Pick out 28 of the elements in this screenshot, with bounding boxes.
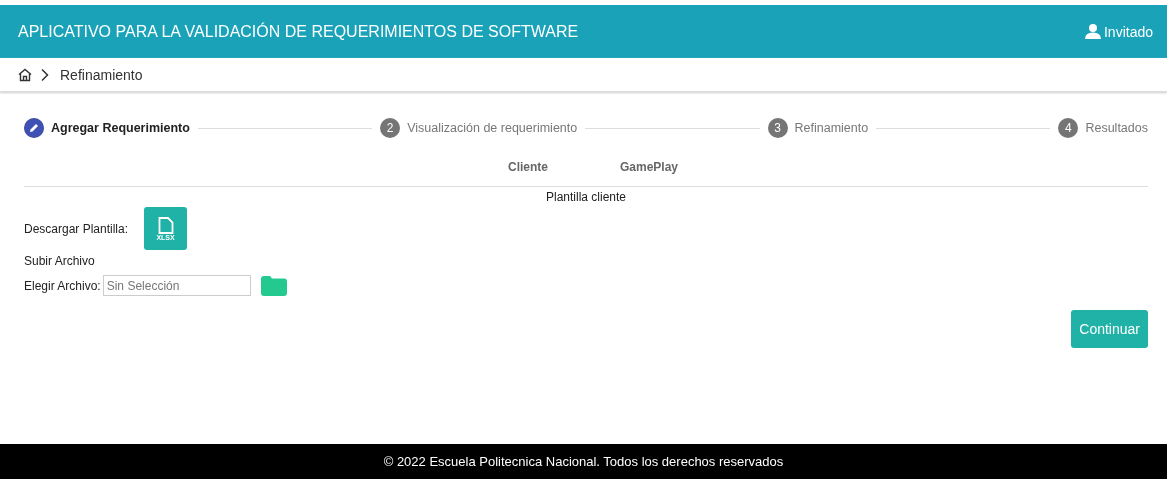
step-label: Visualización de requerimiento bbox=[407, 121, 578, 135]
chevron-right-icon bbox=[40, 67, 50, 82]
tab[interactable]: Cliente bbox=[507, 160, 548, 174]
file-field[interactable]: Sin Selección bbox=[102, 275, 251, 296]
breadcrumb-item: Refinamiento bbox=[60, 66, 143, 83]
file-icon bbox=[157, 216, 174, 234]
continue-button[interactable]: Continuar bbox=[1071, 310, 1148, 348]
stepper-step[interactable]: 2 Visualización de requerimiento bbox=[380, 118, 578, 138]
upload-title: Subir Archivo bbox=[24, 254, 96, 268]
step-number: 4 bbox=[1058, 118, 1079, 138]
tab[interactable]: GamePlay bbox=[620, 160, 679, 174]
step-number: 3 bbox=[767, 118, 788, 138]
download-label: Descargar Plantilla: bbox=[24, 221, 129, 236]
stepper-step[interactable]: 3 Refinamiento bbox=[767, 118, 869, 138]
pencil-icon bbox=[24, 118, 44, 138]
home-icon[interactable] bbox=[18, 67, 32, 82]
step-label: Agregar Requerimiento bbox=[51, 121, 190, 135]
step-label: Resultados bbox=[1085, 121, 1148, 135]
stepper-step[interactable]: 4 Resultados bbox=[1058, 118, 1148, 138]
panel-title: Plantilla cliente bbox=[544, 190, 627, 204]
app-title: APLICATIVO PARA LA VALIDACIÓN DE REQUERIMIENTOS DE SOFTWARE bbox=[18, 22, 579, 41]
user-link[interactable]: Invitado bbox=[1084, 23, 1153, 40]
user-icon bbox=[1084, 24, 1101, 39]
step-number: 2 bbox=[380, 118, 401, 138]
step-label: Refinamiento bbox=[794, 121, 869, 135]
copyright-text: © 2022 Escuela Politecnica Nacional. Todos los derechos reservados bbox=[383, 454, 784, 469]
choose-file-label: Elegir Archivo: bbox=[24, 278, 101, 293]
stepper-step[interactable]: Agregar Requerimiento bbox=[24, 118, 190, 138]
